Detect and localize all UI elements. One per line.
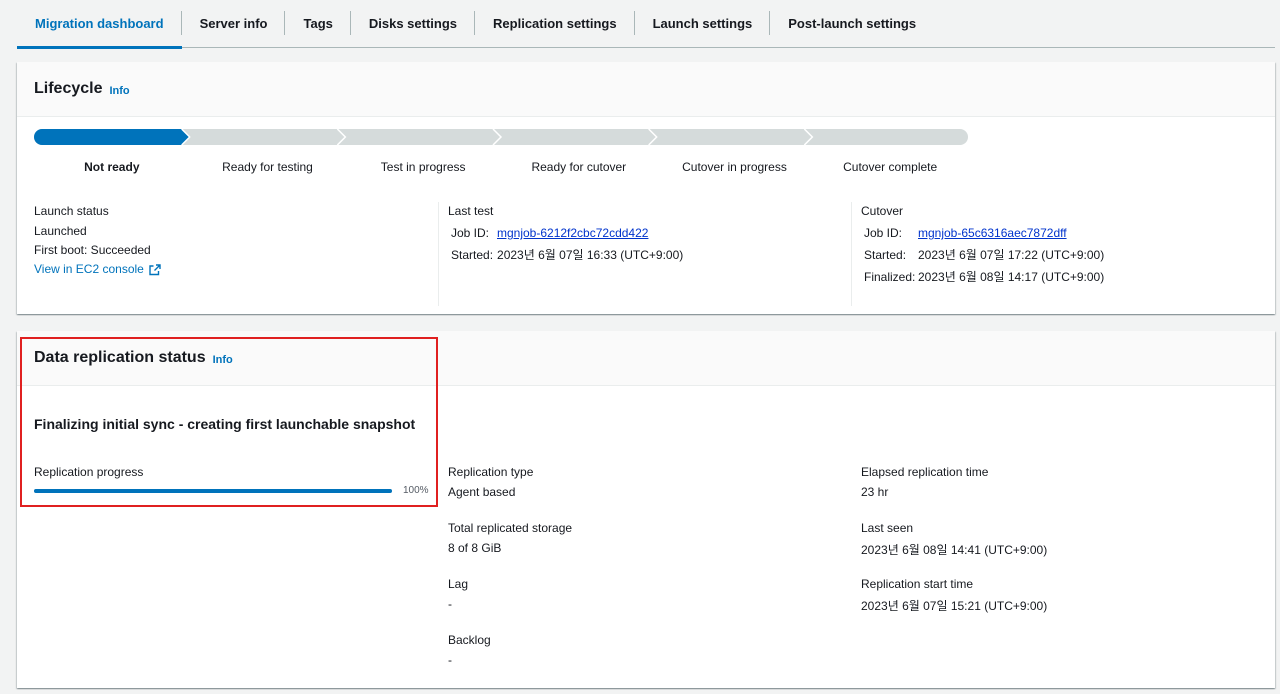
field-value: 2023년 6월 07일 15:21 (UTC+9:00) <box>861 599 1048 613</box>
launch-status-value: Launched <box>34 224 87 238</box>
step-label: Ready for testing <box>222 160 313 174</box>
column-divider <box>438 202 439 306</box>
total-storage-field: Total replicated storage 8 of 8 GiB <box>448 521 572 555</box>
last-test-job-link[interactable]: mgnjob-6212f2cbc72cdd422 <box>497 224 648 243</box>
launch-status-column: Launch status Launched First boot: Succe… <box>34 202 161 279</box>
tab-label: Post-launch settings <box>788 16 917 31</box>
tab-migration-dashboard[interactable]: Migration dashboard <box>17 0 182 49</box>
cutover-column: Cutover Job ID: mgnjob-65c6316aec7872dff… <box>861 202 1104 287</box>
field-value: - <box>448 597 452 611</box>
field-value: 2023년 6월 08일 14:41 (UTC+9:00) <box>861 543 1048 557</box>
field-value: - <box>448 653 452 667</box>
field-value: 23 hr <box>861 485 889 499</box>
tab-tags[interactable]: Tags <box>285 0 352 48</box>
field-label: Total replicated storage <box>448 521 573 535</box>
field-value: 8 of 8 GiB <box>448 541 502 555</box>
last-test-started: 2023년 6월 07일 16:33 (UTC+9:00) <box>497 248 684 262</box>
last-test-heading: Last test <box>448 204 494 218</box>
cutover-finalized: 2023년 6월 08일 14:17 (UTC+9:00) <box>918 270 1105 284</box>
lifecycle-stepper <box>34 129 968 145</box>
tab-post-launch-settings[interactable]: Post-launch settings <box>770 0 934 48</box>
stepper-bar <box>34 129 968 145</box>
field-value: Agent based <box>448 485 516 499</box>
field-label: Elapsed replication time <box>861 465 989 479</box>
ec2-console-link-label: View in EC2 console <box>34 262 144 276</box>
lag-field: Lag - <box>448 577 468 611</box>
field-label: Last seen <box>861 521 914 535</box>
tab-label: Server info <box>199 16 268 31</box>
step-labels: Not ready Ready for testing Test in prog… <box>34 160 968 176</box>
step-label: Test in progress <box>380 160 466 174</box>
tab-bar: Migration dashboard Server info Tags Dis… <box>17 0 1275 49</box>
field-label: Lag <box>448 577 469 591</box>
tab-label: Launch settings <box>652 16 753 31</box>
started-label: Started: <box>864 248 907 262</box>
highlight-box <box>20 337 438 507</box>
finalized-label: Finalized: <box>864 270 916 284</box>
last-test-column: Last test Job ID: mgnjob-6212f2cbc72cdd4… <box>448 202 683 265</box>
last-seen-field: Last seen 2023년 6월 08일 14:41 (UTC+9:00) <box>861 521 1047 558</box>
job-id-label: Job ID: <box>864 226 903 240</box>
column-divider <box>851 202 852 306</box>
step-label: Cutover in progress <box>682 160 787 174</box>
lifecycle-panel: Lifecycle Info Not ready Ready for testi… <box>17 62 1275 314</box>
tab-replication-settings[interactable]: Replication settings <box>475 0 635 48</box>
tab-label: Replication settings <box>493 16 617 31</box>
backlog-field: Backlog - <box>448 633 491 667</box>
stepper-active-segment <box>34 129 190 145</box>
step-label: Not ready <box>84 160 140 174</box>
replication-type-field: Replication type Agent based <box>448 465 533 499</box>
tab-launch-settings[interactable]: Launch settings <box>635 0 771 48</box>
step-label: Ready for cutover <box>531 160 627 174</box>
elapsed-time-field: Elapsed replication time 23 hr <box>861 465 988 499</box>
cutover-heading: Cutover <box>861 204 904 218</box>
tab-disks-settings[interactable]: Disks settings <box>351 0 476 48</box>
field-label: Replication start time <box>861 577 974 591</box>
start-time-field: Replication start time 2023년 6월 07일 15:2… <box>861 577 1047 614</box>
tab-label: Tags <box>303 16 333 31</box>
field-label: Backlog <box>448 633 491 647</box>
ec2-console-link[interactable]: View in EC2 console <box>34 260 161 279</box>
tab-label: Disks settings <box>368 16 458 31</box>
external-link-icon <box>149 263 161 275</box>
step-label: Cutover complete <box>843 160 938 174</box>
job-id-label: Job ID: <box>451 226 490 240</box>
tab-server-info[interactable]: Server info <box>182 0 286 48</box>
active-tab-indicator <box>17 45 182 49</box>
lifecycle-header: Lifecycle Info <box>17 62 1275 117</box>
cutover-started: 2023년 6월 07일 17:22 (UTC+9:00) <box>918 248 1105 262</box>
started-label: Started: <box>451 248 494 262</box>
cutover-job-link[interactable]: mgnjob-65c6316aec7872dff <box>918 224 1067 243</box>
field-label: Replication type <box>448 465 534 479</box>
panel-title: Lifecycle <box>34 80 103 97</box>
first-boot-status: First boot: Succeeded <box>34 243 151 257</box>
tab-label: Migration dashboard <box>35 16 164 31</box>
info-link[interactable]: Info <box>109 85 129 97</box>
launch-status-heading: Launch status <box>34 204 109 218</box>
